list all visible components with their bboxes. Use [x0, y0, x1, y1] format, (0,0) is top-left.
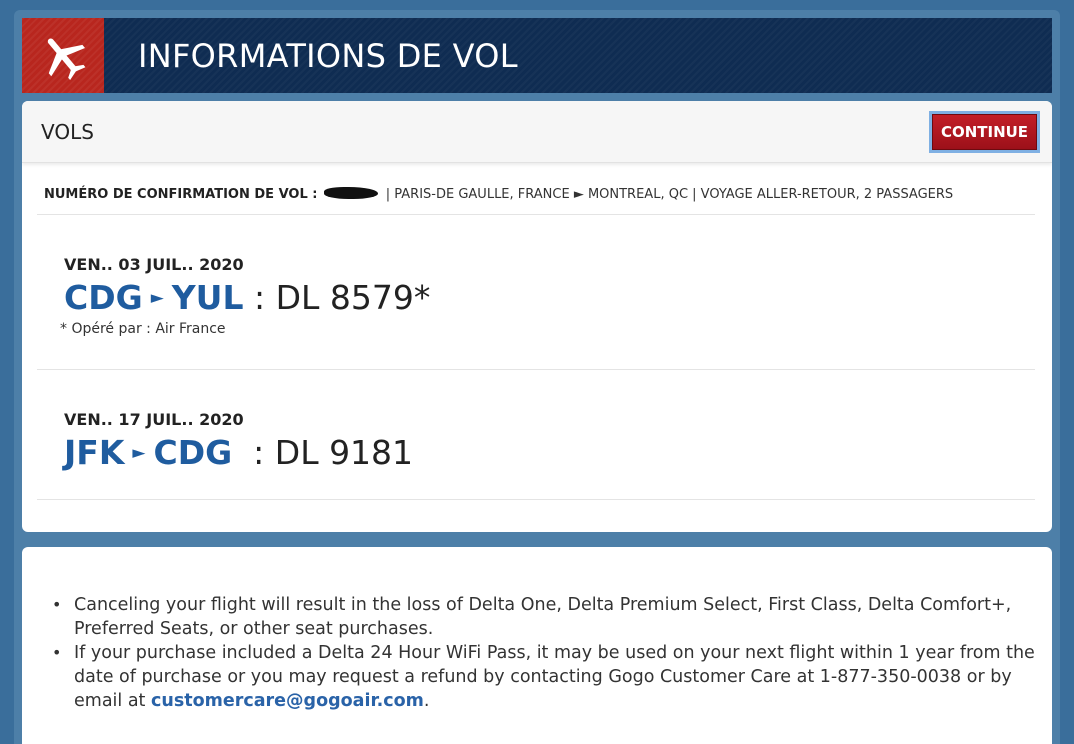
redacted-confirmation-number: [323, 187, 378, 199]
flight-segment-2: VEN.. 17 JUIL.. 2020 JFK ► CDG : DL 9181: [64, 410, 413, 472]
flight-date: VEN.. 03 JUIL.. 2020: [64, 255, 244, 274]
flight-segment-1: VEN.. 03 JUIL.. 2020 CDG ► YUL : DL 8579* …: [60, 255, 430, 337]
flight-route: JFK ► CDG : DL 9181: [64, 433, 413, 472]
destination-code: CDG: [153, 433, 233, 472]
origin-code: JFK: [64, 433, 125, 472]
destination-code: YUL: [171, 278, 244, 317]
list-item: • Canceling your flight will result in t…: [52, 593, 1037, 641]
origin-code: CDG: [64, 278, 143, 317]
notices-card: • Canceling your flight will result in t…: [22, 547, 1052, 744]
notice-text: Canceling your flight will result in the…: [74, 595, 1012, 639]
divider: [37, 499, 1035, 500]
flight-number: : DL 9181: [253, 433, 414, 472]
confirmation-line: NUMÉRO DE CONFIRMATION DE VOL : | PARIS-…: [44, 187, 953, 202]
bullet-icon: •: [52, 643, 62, 662]
divider: [37, 214, 1035, 215]
airplane-icon: [22, 18, 104, 93]
notice-text: If your purchase included a Delta 24 Hou…: [74, 641, 1037, 713]
notice-suffix: .: [423, 691, 430, 711]
bullet-icon: •: [52, 595, 62, 614]
flight-number: : DL 8579*: [254, 278, 431, 317]
flight-route: CDG ► YUL : DL 8579*: [64, 278, 430, 317]
continue-button[interactable]: CONTINUE: [929, 111, 1040, 153]
confirmation-label: NUMÉRO DE CONFIRMATION DE VOL :: [44, 187, 318, 202]
flights-card: VOLS CONTINUE NUMÉRO DE CONFIRMATION DE …: [22, 101, 1052, 532]
page-title: INFORMATIONS DE VOL: [138, 36, 518, 75]
section-title: VOLS: [41, 120, 94, 144]
arrow-right-icon: ►: [132, 443, 146, 463]
support-email-link[interactable]: customercare@gogoair.com: [151, 691, 424, 711]
arrow-right-icon: ►: [150, 288, 164, 308]
divider: [37, 369, 1035, 370]
list-item: • If your purchase included a Delta 24 H…: [52, 641, 1037, 713]
flights-card-header: VOLS CONTINUE: [22, 101, 1052, 163]
page-header: INFORMATIONS DE VOL: [22, 18, 1052, 93]
operated-by-note: * Opéré par : Air France: [60, 321, 226, 337]
trip-summary: | PARIS-DE GAULLE, FRANCE ► MONTREAL, QC…: [385, 187, 954, 202]
notices-list: • Canceling your flight will result in t…: [52, 593, 1037, 713]
flight-date: VEN.. 17 JUIL.. 2020: [64, 410, 244, 429]
